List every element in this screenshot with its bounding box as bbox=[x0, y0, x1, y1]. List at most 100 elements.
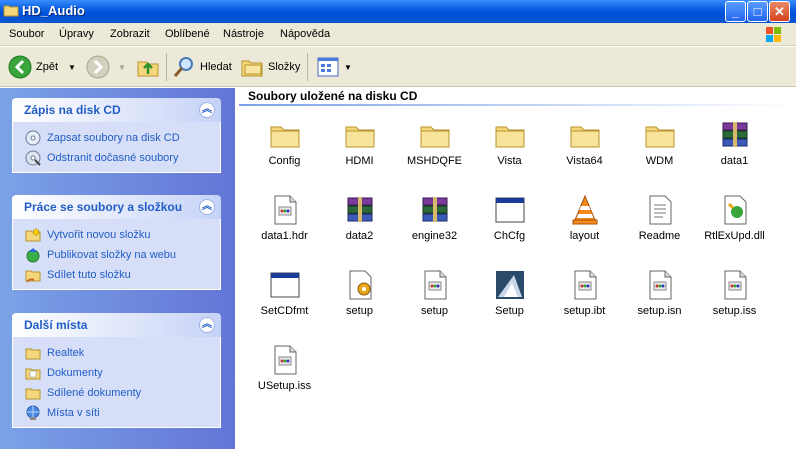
text-icon bbox=[644, 194, 676, 226]
file-label: data2 bbox=[345, 230, 374, 242]
panel-header[interactable]: Práce se soubory a složkou ︽ bbox=[12, 195, 221, 219]
file-item[interactable]: engine32 bbox=[397, 194, 472, 242]
file-item[interactable]: SetCDfmt bbox=[247, 269, 322, 317]
folder-icon bbox=[3, 5, 19, 17]
title-bar[interactable]: HD_Audio _ □ ✕ bbox=[0, 0, 796, 23]
new-folder-icon bbox=[25, 227, 41, 242]
views-button[interactable]: ▼ bbox=[316, 52, 352, 82]
file-item[interactable]: setup.iss bbox=[697, 269, 772, 317]
file-item[interactable]: MSHDQFE bbox=[397, 119, 472, 167]
views-icon bbox=[317, 57, 339, 77]
task-new-folder[interactable]: Vytvořit novou složku bbox=[25, 225, 220, 245]
file-item[interactable]: HDMI bbox=[322, 119, 397, 167]
file-item[interactable]: setup bbox=[322, 269, 397, 317]
file-item[interactable]: USetup.iss bbox=[247, 344, 322, 392]
document-icon bbox=[644, 269, 676, 301]
back-arrow-icon bbox=[8, 55, 32, 79]
place-network[interactable]: Místa v síti bbox=[25, 403, 220, 423]
folders-button[interactable]: Složky bbox=[240, 52, 300, 82]
file-label: Vista bbox=[497, 155, 522, 167]
archive-icon bbox=[344, 194, 376, 226]
menu-bar: Soubor Úpravy Zobrazit Oblíbené Nástroje… bbox=[0, 23, 796, 46]
file-item[interactable]: data1 bbox=[697, 119, 772, 167]
maximize-button[interactable]: □ bbox=[747, 1, 768, 22]
publish-web-icon bbox=[26, 248, 40, 263]
file-item[interactable]: ChCfg bbox=[472, 194, 547, 242]
folders-icon bbox=[241, 60, 263, 77]
file-label: Config bbox=[268, 155, 301, 167]
back-dropdown-icon[interactable]: ▼ bbox=[68, 63, 76, 72]
file-item[interactable]: Setup bbox=[472, 269, 547, 317]
file-label: SetCDfmt bbox=[260, 305, 309, 317]
collapse-chevron-icon[interactable]: ︽ bbox=[199, 199, 215, 215]
file-label: RtlExUpd.dll bbox=[704, 230, 765, 242]
task-write-cd[interactable]: Zapsat soubory na disk CD bbox=[25, 128, 220, 148]
installer-icon bbox=[494, 269, 526, 301]
menu-soubor[interactable]: Soubor bbox=[9, 28, 44, 40]
file-item[interactable]: Vista64 bbox=[547, 119, 622, 167]
menu-zobrazit[interactable]: Zobrazit bbox=[110, 28, 150, 40]
menu-nastroje[interactable]: Nástroje bbox=[223, 28, 264, 40]
dll-icon bbox=[719, 194, 751, 226]
file-label: setup bbox=[421, 305, 448, 317]
documents-folder-icon bbox=[25, 368, 41, 380]
minimize-button[interactable]: _ bbox=[725, 1, 746, 22]
file-label: setup.isn bbox=[637, 305, 682, 317]
up-folder-button[interactable] bbox=[136, 52, 160, 82]
shared-folder-icon bbox=[25, 388, 41, 400]
file-label: Readme bbox=[638, 230, 681, 242]
file-item[interactable]: setup.isn bbox=[622, 269, 697, 317]
forward-dropdown-icon[interactable]: ▼ bbox=[118, 63, 126, 72]
file-item[interactable]: setup bbox=[397, 269, 472, 317]
views-dropdown-icon[interactable]: ▼ bbox=[344, 63, 352, 72]
window-title: HD_Audio bbox=[22, 3, 85, 18]
file-view[interactable]: Soubory uložené na disku CD Config HDMI MS… bbox=[235, 88, 796, 449]
file-item[interactable]: Config bbox=[247, 119, 322, 167]
forward-arrow-icon bbox=[86, 55, 110, 79]
file-label: WDM bbox=[645, 155, 674, 167]
file-item[interactable]: layout bbox=[547, 194, 622, 242]
folder-icon bbox=[644, 119, 676, 151]
document-icon bbox=[719, 269, 751, 301]
panel-header[interactable]: Zápis na disk CD ︽ bbox=[12, 98, 221, 122]
file-item[interactable]: setup.ibt bbox=[547, 269, 622, 317]
task-publish-web[interactable]: Publikovat složky na webu bbox=[25, 245, 220, 265]
document-icon bbox=[569, 269, 601, 301]
file-item[interactable]: data1.hdr bbox=[247, 194, 322, 242]
share-folder-icon bbox=[25, 270, 41, 283]
file-item[interactable]: Vista bbox=[472, 119, 547, 167]
search-icon bbox=[173, 57, 193, 77]
cd-write-icon bbox=[25, 130, 41, 146]
file-item[interactable]: Readme bbox=[622, 194, 697, 242]
file-label: setup.iss bbox=[712, 305, 757, 317]
toolbar: Zpět ▼ ▼ Hledat Složky ▼ bbox=[0, 47, 796, 87]
panel-file-tasks: Práce se soubory a složkou ︽ Vytvořit nov… bbox=[12, 195, 221, 290]
group-title: Soubory uložené na disku CD bbox=[248, 89, 418, 103]
menu-napoveda[interactable]: Nápověda bbox=[280, 28, 330, 40]
back-button[interactable]: Zpět ▼ bbox=[8, 52, 76, 82]
collapse-chevron-icon[interactable]: ︽ bbox=[199, 317, 215, 333]
file-item[interactable]: WDM bbox=[622, 119, 697, 167]
place-documents[interactable]: Dokumenty bbox=[25, 363, 220, 383]
file-label: MSHDQFE bbox=[407, 155, 462, 167]
folder-icon bbox=[344, 119, 376, 151]
close-button[interactable]: ✕ bbox=[769, 1, 790, 22]
search-label: Hledat bbox=[200, 61, 232, 73]
cone-icon bbox=[569, 194, 601, 226]
folder-icon bbox=[269, 119, 301, 151]
folder-icon bbox=[494, 119, 526, 151]
place-shared-documents[interactable]: Sdílené dokumenty bbox=[25, 383, 220, 403]
menu-upravy[interactable]: Úpravy bbox=[59, 28, 94, 40]
task-delete-temp[interactable]: Odstranit dočasné soubory bbox=[25, 148, 220, 168]
task-share-folder[interactable]: Sdílet tuto složku bbox=[25, 265, 220, 285]
file-item[interactable]: data2 bbox=[322, 194, 397, 242]
forward-button[interactable]: ▼ bbox=[86, 52, 126, 82]
search-button[interactable]: Hledat bbox=[172, 52, 232, 82]
panel-header[interactable]: Další místa ︽ bbox=[12, 313, 221, 337]
file-label: data1.hdr bbox=[261, 230, 308, 242]
collapse-chevron-icon[interactable]: ︽ bbox=[199, 102, 215, 118]
archive-icon bbox=[419, 194, 451, 226]
place-realtek[interactable]: Realtek bbox=[25, 343, 220, 363]
menu-oblibene[interactable]: Oblíbené bbox=[165, 28, 210, 40]
file-item[interactable]: RtlExUpd.dll bbox=[697, 194, 772, 242]
